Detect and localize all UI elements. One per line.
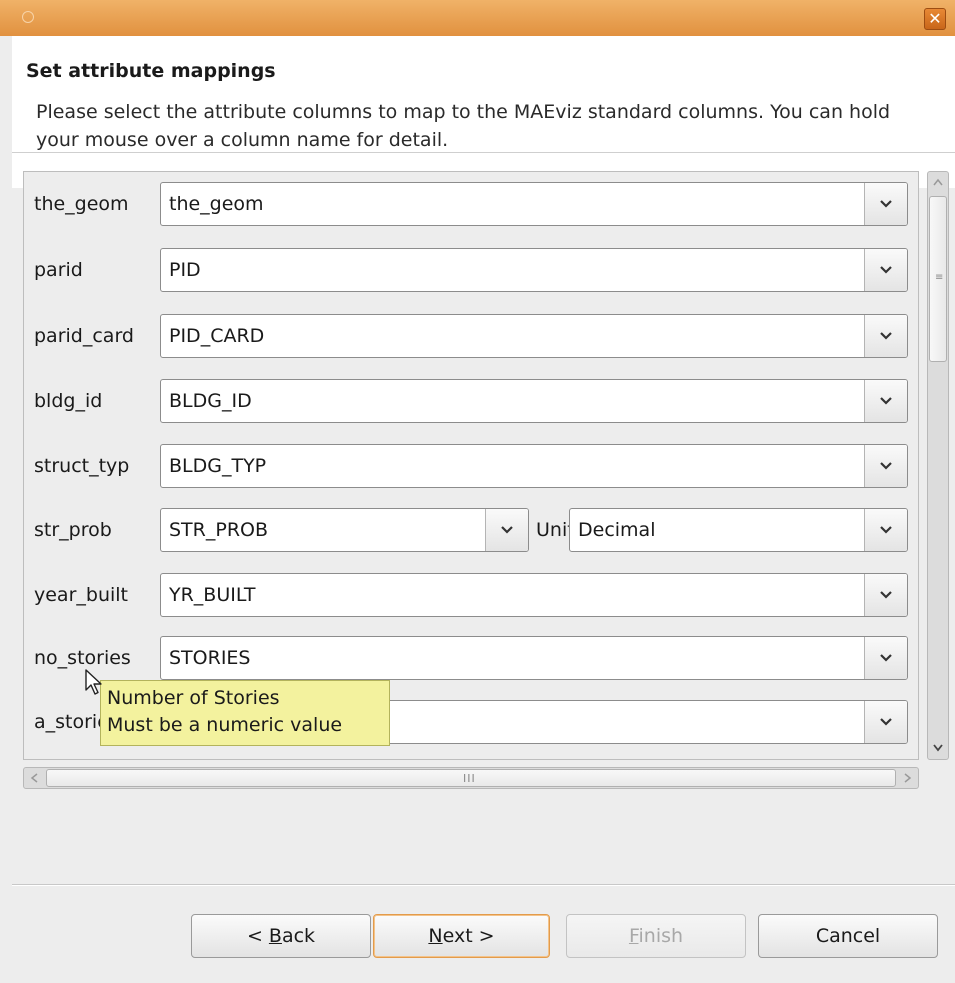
column-label: parid_card bbox=[34, 325, 134, 347]
footer-divider-highlight bbox=[12, 885, 955, 886]
combo-value: PID bbox=[169, 259, 201, 281]
tooltip-detail: Must be a numeric value bbox=[107, 714, 343, 736]
combo-value: STR_PROB bbox=[169, 519, 269, 541]
window-menu-icon[interactable] bbox=[22, 11, 34, 23]
combo-value: BLDG_TYP bbox=[169, 455, 267, 477]
mouse-pointer-icon bbox=[85, 669, 102, 695]
parid-card-combo[interactable]: PID_CARD bbox=[160, 314, 908, 358]
mapping-row-parid: parid PID bbox=[24, 248, 918, 292]
finish-button[interactable]: Finish bbox=[566, 914, 746, 958]
bldg-id-combo[interactable]: BLDG_ID bbox=[160, 379, 908, 423]
chevron-down-icon[interactable] bbox=[864, 574, 907, 616]
page-description: Please select the attribute columns to m… bbox=[36, 101, 891, 151]
chevron-down-icon[interactable] bbox=[864, 183, 907, 225]
column-label: bldg_id bbox=[34, 390, 103, 412]
back-button[interactable]: < Back bbox=[191, 914, 371, 958]
the-geom-combo[interactable]: the_geom bbox=[160, 182, 908, 226]
mapping-row-year-built: year_built YR_BUILT bbox=[24, 573, 918, 617]
column-label: the_geom bbox=[34, 193, 129, 215]
column-label: str_prob bbox=[34, 519, 112, 541]
header-divider bbox=[12, 152, 955, 153]
combo-value: STORIES bbox=[169, 647, 251, 669]
scroll-right-icon[interactable] bbox=[896, 768, 918, 788]
mapping-row-str-prob: str_prob STR_PROB Unit Decimal bbox=[24, 508, 918, 552]
horizontal-scroll-thumb[interactable]: III bbox=[46, 769, 896, 787]
mapping-row-no-stories: no_stories STORIES bbox=[24, 636, 918, 680]
cancel-button[interactable]: Cancel bbox=[758, 914, 938, 958]
chevron-down-icon[interactable] bbox=[864, 315, 907, 357]
chevron-down-icon[interactable] bbox=[864, 445, 907, 487]
mapping-row-parid-card: parid_card PID_CARD bbox=[24, 314, 918, 358]
combo-value: PID_CARD bbox=[169, 325, 265, 347]
grip-icon: III bbox=[463, 772, 476, 785]
mapping-panel: the_geom the_geom parid PID parid_card P… bbox=[23, 171, 919, 760]
wizard-header: Set attribute mappings Please select the… bbox=[12, 36, 955, 188]
scroll-up-icon[interactable] bbox=[928, 172, 948, 194]
mapping-row-the-geom: the_geom the_geom bbox=[24, 182, 918, 226]
combo-value: the_geom bbox=[169, 193, 264, 215]
combo-value: YR_BUILT bbox=[169, 584, 256, 606]
scroll-left-icon[interactable] bbox=[24, 768, 46, 788]
chevron-down-icon[interactable] bbox=[864, 509, 907, 551]
combo-value: Decimal bbox=[578, 519, 656, 541]
column-tooltip: Number of Stories Must be a numeric valu… bbox=[100, 680, 390, 746]
year-built-combo[interactable]: YR_BUILT bbox=[160, 573, 908, 617]
window-titlebar: ✕ bbox=[0, 0, 955, 36]
combo-value: BLDG_ID bbox=[169, 390, 252, 412]
column-label: parid bbox=[34, 259, 83, 281]
chevron-down-icon[interactable] bbox=[864, 380, 907, 422]
column-label: year_built bbox=[34, 584, 128, 606]
column-label: no_stories bbox=[34, 647, 131, 669]
close-icon[interactable]: ✕ bbox=[924, 8, 946, 30]
column-label: struct_typ bbox=[34, 455, 130, 477]
vertical-scroll-thumb[interactable]: ≡ bbox=[929, 196, 947, 362]
dialog-left-border bbox=[0, 36, 12, 983]
struct-typ-combo[interactable]: BLDG_TYP bbox=[160, 444, 908, 488]
no-stories-combo[interactable]: STORIES bbox=[160, 636, 908, 680]
horizontal-scrollbar[interactable]: III bbox=[23, 767, 919, 789]
str-prob-combo[interactable]: STR_PROB bbox=[160, 508, 529, 552]
vertical-scrollbar[interactable]: ≡ bbox=[927, 171, 949, 760]
scroll-down-icon[interactable] bbox=[928, 737, 948, 759]
next-button[interactable]: Next > bbox=[373, 914, 550, 958]
mapping-row-bldg-id: bldg_id BLDG_ID bbox=[24, 379, 918, 423]
chevron-down-icon[interactable] bbox=[864, 637, 907, 679]
mapping-row-struct-typ: struct_typ BLDG_TYP bbox=[24, 444, 918, 488]
page-title: Set attribute mappings bbox=[26, 60, 276, 82]
chevron-down-icon[interactable] bbox=[864, 701, 907, 743]
chevron-down-icon[interactable] bbox=[485, 509, 528, 551]
unit-combo[interactable]: Decimal bbox=[569, 508, 908, 552]
chevron-down-icon[interactable] bbox=[864, 249, 907, 291]
grip-icon: ≡ bbox=[935, 272, 944, 283]
parid-combo[interactable]: PID bbox=[160, 248, 908, 292]
tooltip-title: Number of Stories bbox=[107, 687, 280, 709]
